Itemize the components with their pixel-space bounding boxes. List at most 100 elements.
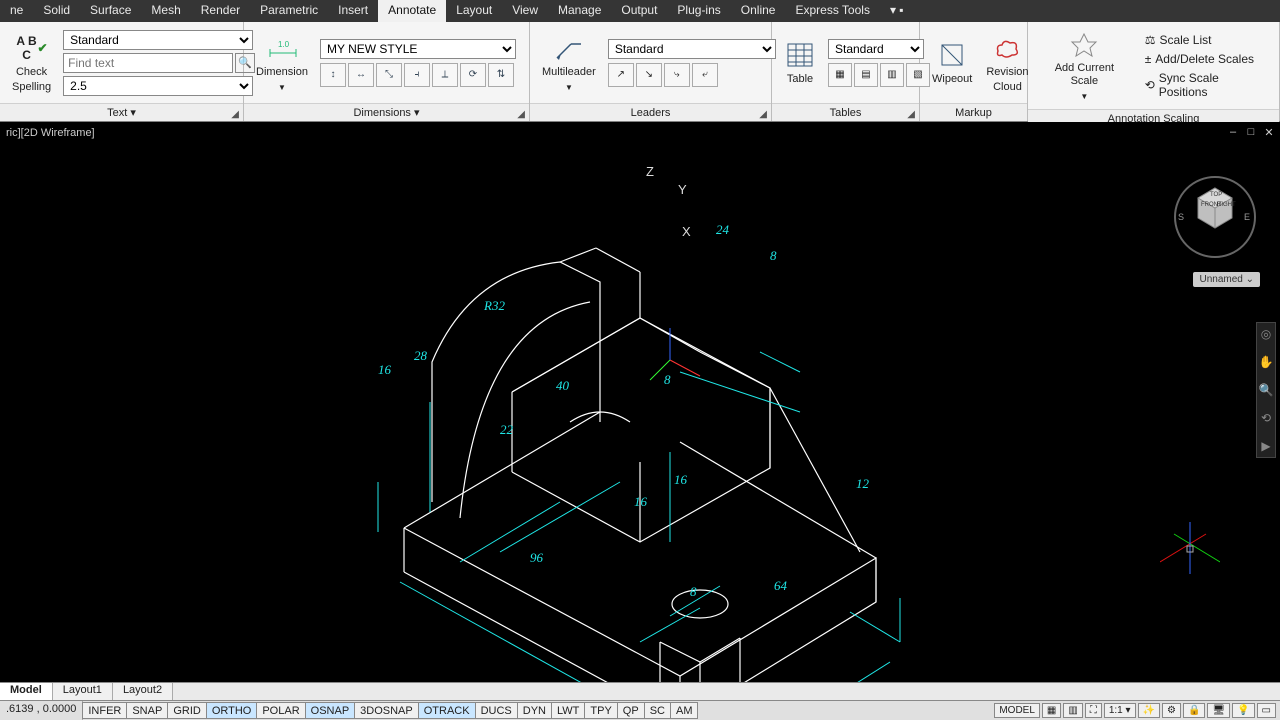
nav-zoom-icon[interactable]: 🔍	[1259, 383, 1274, 397]
tab-insert[interactable]: Insert	[328, 0, 378, 22]
status-lock-icon[interactable]: 🔒	[1183, 703, 1205, 718]
drawing-viewport[interactable]: ric][2D Wireframe] – □ ✕ FRONT RIGHT TOP…	[0, 122, 1280, 682]
dim-tool-1[interactable]: ↕	[320, 63, 346, 87]
tab-overflow-icon[interactable]: ▾ ▪	[880, 0, 914, 22]
table-style-select[interactable]: Standard	[828, 39, 924, 59]
multileader-button[interactable]: Multileader▼	[536, 30, 602, 96]
sync-scale-positions-button[interactable]: ⟲Sync Scale Positions	[1141, 70, 1273, 100]
tab-solid[interactable]: Solid	[33, 0, 80, 22]
tab-render[interactable]: Render	[191, 0, 250, 22]
minimize-icon[interactable]: –	[1226, 126, 1240, 139]
dim-tool-5[interactable]: ⟂	[432, 63, 458, 87]
tab-parametric[interactable]: Parametric	[250, 0, 328, 22]
status-toggle-3dosnap[interactable]: 3DOSNAP	[354, 702, 419, 719]
scale-list-button[interactable]: ⚖Scale List	[1141, 32, 1273, 48]
viewcube[interactable]: FRONT RIGHT TOP S E	[1170, 172, 1260, 262]
status-toggle-snap[interactable]: SNAP	[126, 702, 168, 719]
svg-text:S: S	[1178, 212, 1184, 222]
table-tools-grid: ▦ ▤ ▥ ▧	[828, 63, 930, 87]
svg-text:TOP: TOP	[1210, 192, 1222, 198]
tab-view[interactable]: View	[502, 0, 548, 22]
maximize-icon[interactable]: □	[1244, 126, 1258, 139]
status-toggle-osnap[interactable]: OSNAP	[305, 702, 356, 719]
status-toggle-grid[interactable]: GRID	[167, 702, 207, 719]
tab-manage[interactable]: Manage	[548, 0, 611, 22]
leader-tool-1[interactable]: ↗	[608, 63, 634, 87]
tab-plugins[interactable]: Plug-ins	[667, 0, 730, 22]
status-annoscale-icon[interactable]: ⛶	[1085, 703, 1102, 718]
status-hardware-icon[interactable]: 🖥	[1207, 703, 1230, 718]
table-tool-3[interactable]: ▥	[880, 63, 904, 87]
table-button[interactable]: Table	[778, 37, 822, 88]
status-toggle-ortho[interactable]: ORTHO	[206, 702, 258, 719]
status-toggle-lwt[interactable]: LWT	[551, 702, 585, 719]
revision-cloud-button[interactable]: Revision Cloud	[980, 30, 1034, 96]
status-scale-select[interactable]: 1:1 ▾	[1104, 703, 1136, 718]
dim-tool-7[interactable]: ⇅	[488, 63, 514, 87]
nav-showmotion-icon[interactable]: ▶	[1261, 439, 1270, 453]
dim-22: 22	[500, 422, 513, 438]
panel-title-leaders[interactable]: Leaders◢	[530, 103, 771, 121]
dim-tool-6[interactable]: ⟳	[460, 63, 486, 87]
tab-output[interactable]: Output	[611, 0, 667, 22]
status-toggle-tpy[interactable]: TPY	[584, 702, 617, 719]
status-grid-icon[interactable]: ▦	[1042, 703, 1061, 718]
add-delete-scales-button[interactable]: ±Add/Delete Scales	[1141, 51, 1273, 67]
check-spelling-button[interactable]: A B C✔ Check Spelling	[6, 30, 57, 96]
tab-layout2[interactable]: Layout2	[113, 683, 173, 700]
panel-title-tables[interactable]: Tables◢	[772, 103, 919, 121]
tab-surface[interactable]: Surface	[80, 0, 141, 22]
status-toggle-dyn[interactable]: DYN	[517, 702, 552, 719]
dim-tool-2[interactable]: ↔	[348, 63, 374, 87]
dim-12: 12	[856, 476, 869, 492]
panel-title-dimensions[interactable]: Dimensions ▾◢	[244, 103, 529, 121]
nav-pan-icon[interactable]: ✋	[1259, 355, 1274, 369]
status-toggle-polar[interactable]: POLAR	[256, 702, 305, 719]
dim-tool-4[interactable]: ⫞	[404, 63, 430, 87]
leader-tool-3[interactable]: ⤷	[664, 63, 690, 87]
leader-tool-2[interactable]: ↘	[636, 63, 662, 87]
status-toggle-otrack[interactable]: OTRACK	[418, 702, 476, 719]
table-tool-2[interactable]: ▤	[854, 63, 878, 87]
add-current-scale-button[interactable]: Add Current Scale▼	[1034, 26, 1135, 105]
tab-model[interactable]: Model	[0, 683, 53, 700]
text-style-select[interactable]: Standard	[63, 30, 253, 50]
ribbon-body: A B C✔ Check Spelling Standard 🔍 2.5 Tex…	[0, 22, 1280, 122]
tab-mesh[interactable]: Mesh	[141, 0, 190, 22]
dimension-style-select[interactable]: MY NEW STYLE	[320, 39, 516, 59]
scale-list-icon: ⚖	[1145, 33, 1156, 47]
status-toggle-infer[interactable]: INFER	[82, 702, 127, 719]
nav-orbit-icon[interactable]: ⟲	[1261, 411, 1271, 425]
status-isolate-icon[interactable]: 💡	[1232, 703, 1254, 718]
dim-16a: 16	[674, 472, 687, 488]
find-text-input[interactable]	[63, 53, 233, 73]
status-model-button[interactable]: MODEL	[994, 703, 1040, 718]
tab-layout[interactable]: Layout	[446, 0, 502, 22]
tab-ne[interactable]: ne	[0, 0, 33, 22]
status-toggle-sc[interactable]: SC	[644, 702, 671, 719]
status-workspace-icon[interactable]: ⚙	[1162, 703, 1181, 718]
leader-style-select[interactable]: Standard	[608, 39, 776, 59]
status-toggle-qp[interactable]: QP	[617, 702, 645, 719]
status-toggle-am[interactable]: AM	[670, 702, 699, 719]
wipeout-button[interactable]: Wipeout	[926, 37, 978, 88]
tab-online[interactable]: Online	[731, 0, 786, 22]
panel-title-text[interactable]: Text ▾◢	[0, 103, 243, 121]
view-chip[interactable]: Unnamed ⌄	[1193, 272, 1260, 287]
text-height-select[interactable]: 2.5	[63, 76, 253, 96]
status-grid2-icon[interactable]: ▥	[1063, 703, 1082, 718]
tab-layout1[interactable]: Layout1	[53, 683, 113, 700]
nav-steering-icon[interactable]: ◎	[1261, 327, 1271, 341]
status-toggle-ducs[interactable]: DUCS	[475, 702, 518, 719]
status-clean-icon[interactable]: ▭	[1257, 703, 1276, 718]
dimension-button[interactable]: 1.0 Dimension▼	[250, 30, 314, 96]
tab-annotate[interactable]: Annotate	[378, 0, 446, 22]
table-tool-1[interactable]: ▦	[828, 63, 852, 87]
navigation-bar: ◎ ✋ 🔍 ⟲ ▶	[1256, 322, 1276, 458]
status-annovis-icon[interactable]: ✨	[1138, 703, 1160, 718]
dim-tool-3[interactable]: ⤡	[376, 63, 402, 87]
close-icon[interactable]: ✕	[1262, 126, 1276, 139]
tab-express[interactable]: Express Tools	[785, 0, 879, 22]
axis-y-label: Y	[678, 182, 687, 197]
leader-tool-4[interactable]: ⤶	[692, 63, 718, 87]
